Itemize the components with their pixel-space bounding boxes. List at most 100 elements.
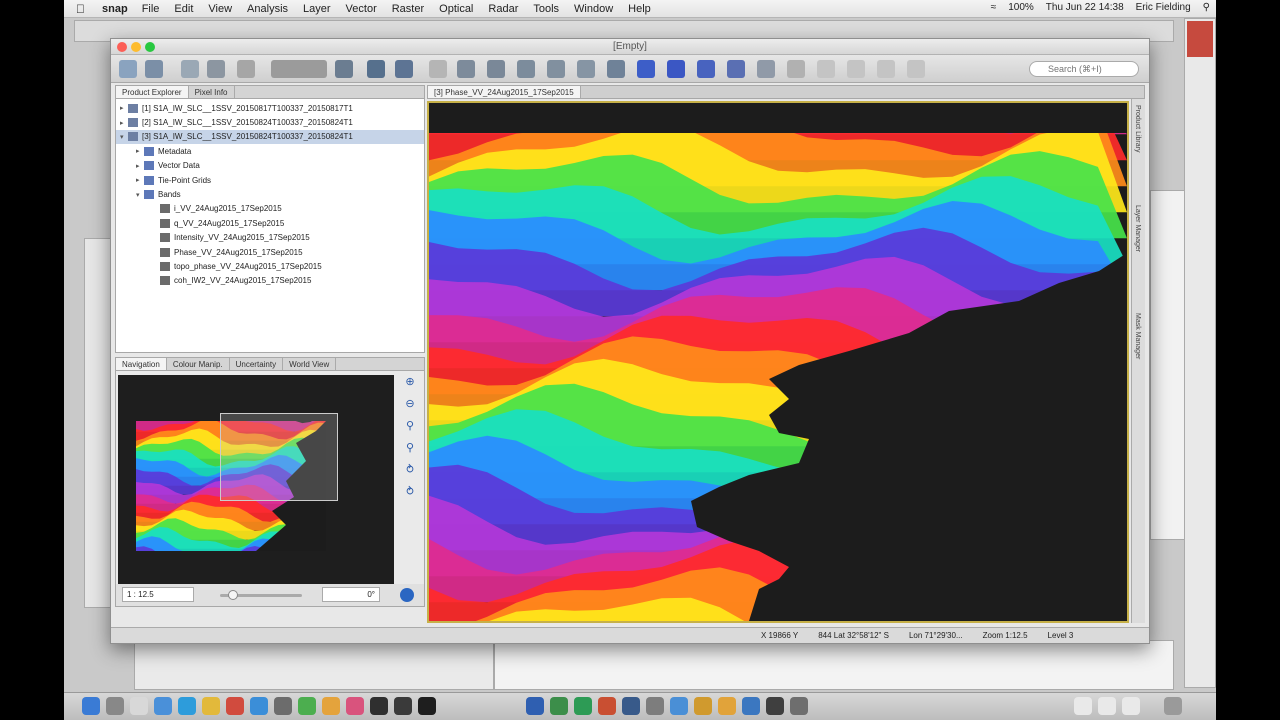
preferences-icon[interactable] (274, 697, 292, 715)
ellipse-tool-icon[interactable] (697, 60, 715, 78)
tree-expander-icon[interactable]: ▸ (120, 119, 128, 127)
tile-evenly-icon[interactable] (907, 60, 925, 78)
app-amber-icon[interactable] (718, 697, 736, 715)
zoom-in-icon[interactable]: ⊕ (402, 375, 418, 391)
menu-vector[interactable]: Vector (346, 3, 377, 15)
tree-row[interactable]: ▸ Vector Data (116, 159, 424, 173)
tree-row[interactable]: coh_IW2_VV_24Aug2015_17Sep2015 (116, 274, 424, 288)
clock-app-icon[interactable] (130, 697, 148, 715)
tree-expander-icon[interactable]: ▸ (136, 176, 144, 184)
tree-expander-icon[interactable]: ▾ (120, 133, 128, 141)
clock[interactable]: Thu Jun 22 14:38 (1046, 2, 1124, 13)
wifi-icon[interactable]: ≈ (991, 2, 997, 13)
battery-level[interactable]: 100% (1008, 2, 1034, 13)
line-tool-icon[interactable] (577, 60, 595, 78)
sync-cursor-icon[interactable]: ⥁ (402, 485, 418, 501)
tab-uncertainty[interactable]: Uncertainty (230, 358, 284, 370)
export-icon[interactable] (207, 60, 225, 78)
menu-edit[interactable]: Edit (174, 3, 193, 15)
menu-file[interactable]: File (142, 3, 160, 15)
menu-raster[interactable]: Raster (392, 3, 424, 15)
menu-layer[interactable]: Layer (303, 3, 331, 15)
tree-row[interactable]: ▸ Metadata (116, 144, 424, 158)
itunes-icon[interactable] (346, 697, 364, 715)
launchpad-icon[interactable] (106, 697, 124, 715)
menu-analysis[interactable]: Analysis (247, 3, 288, 15)
table-icon[interactable] (395, 60, 413, 78)
zoom-pixel-icon[interactable]: ⚲ (402, 419, 418, 435)
tree-row[interactable]: ▸ Tie-Point Grids (116, 173, 424, 187)
sync-views-icon[interactable]: ⥁ (402, 463, 418, 479)
zoom-out-icon[interactable]: ⊖ (402, 397, 418, 413)
polyline-tool-icon[interactable] (607, 60, 625, 78)
tree-row[interactable]: ▸ [1] S1A_IW_SLC__1SSV_20150817T100337_20… (116, 101, 424, 115)
app-dim-icon[interactable] (790, 697, 808, 715)
menu-help[interactable]: Help (628, 3, 651, 15)
snap-app-icon[interactable] (418, 697, 436, 715)
tile-vertical-icon[interactable] (877, 60, 895, 78)
layer-tool-button[interactable] (271, 60, 327, 78)
tree-row[interactable]: topo_phase_VV_24Aug2015_17Sep2015 (116, 259, 424, 273)
polygon-tool-icon[interactable] (667, 60, 685, 78)
app-lightblue-icon[interactable] (670, 697, 688, 715)
range-finder-icon[interactable] (547, 60, 565, 78)
overview-canvas[interactable] (118, 375, 394, 595)
menu-radar[interactable]: Radar (488, 3, 518, 15)
zoom-slider-thumb[interactable] (228, 590, 238, 600)
powerpoint-icon[interactable] (598, 697, 616, 715)
app-store-icon[interactable] (250, 697, 268, 715)
spotlight-icon[interactable]: ⚲ (1203, 2, 1210, 13)
help-icon[interactable] (400, 588, 414, 602)
magic-wand-icon[interactable] (727, 60, 745, 78)
rotation-field[interactable]: 0° (322, 587, 380, 602)
cursor-sync-icon[interactable] (787, 60, 805, 78)
menu-view[interactable]: View (208, 3, 232, 15)
pin-tool-icon[interactable] (517, 60, 535, 78)
safari-icon[interactable] (154, 697, 172, 715)
finder-icon[interactable] (82, 697, 100, 715)
batch-processing-icon[interactable] (367, 60, 385, 78)
tree-row[interactable]: ▾ Bands (116, 187, 424, 201)
app-dark-icon[interactable] (766, 697, 784, 715)
image-view[interactable] (427, 101, 1129, 623)
document-3-icon[interactable] (1122, 697, 1140, 715)
undo-icon[interactable] (237, 60, 255, 78)
gcp-tool-icon[interactable] (757, 60, 775, 78)
menu-optical[interactable]: Optical (439, 3, 473, 15)
user-name[interactable]: Eric Fielding (1136, 2, 1191, 13)
tree-expander-icon[interactable]: ▸ (120, 104, 128, 112)
zoom-all-icon[interactable]: ⚲ (402, 441, 418, 457)
view-sync-icon[interactable] (817, 60, 835, 78)
tree-expander-icon[interactable]: ▾ (136, 191, 144, 199)
app-blue-icon[interactable] (622, 697, 640, 715)
trash-icon[interactable] (1164, 697, 1182, 715)
calendar-icon[interactable] (226, 697, 244, 715)
tab-product-explorer[interactable]: Product Explorer (116, 86, 189, 98)
excel-icon[interactable] (550, 697, 568, 715)
tree-row[interactable]: Phase_VV_24Aug2015_17Sep2015 (116, 245, 424, 259)
app-green-icon[interactable] (574, 697, 592, 715)
tree-expander-icon[interactable]: ▸ (136, 162, 144, 170)
new-product-icon[interactable] (119, 60, 137, 78)
tile-horizontal-icon[interactable] (847, 60, 865, 78)
tab-phase-view[interactable]: [3] Phase_VV_24Aug2015_17Sep2015 (428, 86, 581, 98)
mail-icon[interactable] (178, 697, 196, 715)
tree-row[interactable]: Intensity_VV_24Aug2015_17Sep2015 (116, 231, 424, 245)
app-navy-icon[interactable] (742, 697, 760, 715)
photos-icon[interactable] (322, 697, 340, 715)
tab-product-library[interactable]: Product Library (1134, 105, 1141, 152)
save-product-icon[interactable] (181, 60, 199, 78)
graph-builder-icon[interactable] (335, 60, 353, 78)
zoom-slider[interactable] (220, 590, 302, 600)
apple-icon[interactable]:  (76, 2, 88, 16)
notes-icon[interactable] (202, 697, 220, 715)
tree-row[interactable]: q_VV_24Aug2015_17Sep2015 (116, 216, 424, 230)
tab-colour-manipulation[interactable]: Colour Manip. (167, 358, 230, 370)
tab-mask-manager[interactable]: Mask Manager (1134, 313, 1141, 359)
tab-navigation[interactable]: Navigation (116, 358, 167, 370)
open-product-icon[interactable] (145, 60, 163, 78)
rectangle-tool-icon[interactable] (637, 60, 655, 78)
document-2-icon[interactable] (1098, 697, 1116, 715)
document-icon[interactable] (1074, 697, 1092, 715)
app-menu[interactable]: snap (102, 3, 128, 15)
